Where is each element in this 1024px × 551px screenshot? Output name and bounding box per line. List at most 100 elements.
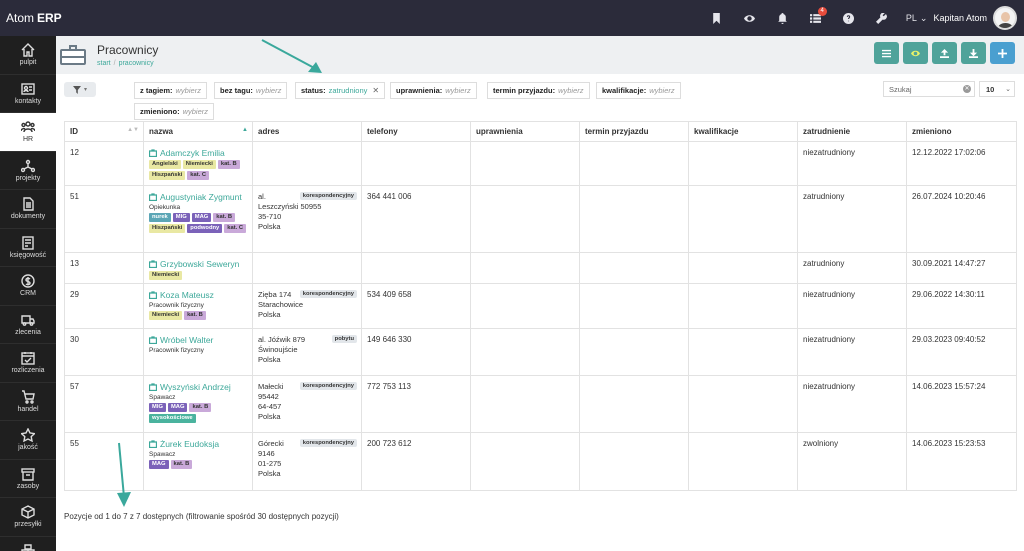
close-icon[interactable]: ✕	[372, 86, 379, 95]
skill-tag: MAG	[191, 213, 212, 222]
add-button[interactable]	[990, 42, 1015, 64]
page-size-select[interactable]: 10 ⌄	[979, 81, 1015, 97]
help-icon[interactable]	[832, 0, 865, 36]
cell-id: 12	[64, 141, 144, 186]
sidebar-item-jakosc[interactable]: jakość	[0, 421, 56, 460]
cell-address: al. Jóźwik 879 Świnoujście Polska pobytu	[252, 328, 362, 376]
table-row[interactable]: 12 Adamczyk Emilia Angielski Niemiecki kat…	[64, 141, 1017, 186]
filter-status[interactable]: status: zatrudniony ✕	[295, 82, 386, 99]
cell-employment: zatrudniony	[797, 252, 907, 284]
skill-tag: kat. B	[213, 213, 236, 222]
address-type-badge: korespondencyjny	[299, 192, 357, 200]
column-header-qualifications[interactable]: kwalifikacje	[688, 121, 798, 142]
sidebar-item-zasoby[interactable]: zasoby	[0, 460, 56, 498]
table-row[interactable]: 13 Grzybowski Seweryn Niemiecki zatrudni…	[64, 252, 1017, 284]
skill-tag: MIG	[149, 403, 166, 412]
column-header-phones[interactable]: telefony	[361, 121, 471, 142]
app-logo[interactable]: Atom ERP	[0, 11, 62, 25]
cell-qualifications	[688, 252, 798, 284]
filter-permissions[interactable]: uprawnienia: wybierz	[390, 82, 477, 99]
sidebar-item-projekty[interactable]: projekty	[0, 152, 56, 190]
upload-button[interactable]	[932, 42, 957, 64]
sidebar-item-dokumenty[interactable]: dokumenty	[0, 190, 56, 229]
cell-permissions	[470, 141, 580, 186]
bookmark-icon[interactable]	[700, 0, 733, 36]
cell-permissions	[470, 283, 580, 329]
sidebar-item-zlecenia[interactable]: zlecenia	[0, 306, 56, 344]
sidebar-item-hr[interactable]: HR	[0, 113, 56, 152]
filter-changed[interactable]: zmieniono: wybierz	[134, 103, 215, 120]
search-input[interactable]: Szukaj ✕	[883, 81, 975, 97]
column-header-permissions[interactable]: uprawnienia	[470, 121, 580, 142]
table-row[interactable]: 29 Koza Mateusz Pracownik fizyczny Niemi…	[64, 283, 1017, 329]
filter-qualifications[interactable]: kwalifikacje: wybierz	[596, 82, 681, 99]
filter-arrival-date[interactable]: termin przyjazdu: wybierz	[487, 82, 590, 99]
cell-qualifications	[688, 141, 798, 186]
breadcrumb-current[interactable]: pracownicy	[119, 60, 154, 67]
sidebar-item-handel[interactable]: handel	[0, 383, 56, 421]
download-button[interactable]	[961, 42, 986, 64]
employee-link[interactable]: Wyszyński Andrzej	[149, 382, 248, 392]
user-name[interactable]: Kapitan Atom	[933, 13, 993, 23]
cell-id: 55	[64, 432, 144, 491]
column-header-address[interactable]: adres	[252, 121, 362, 142]
sidebar-item-kontakty[interactable]: kontakty	[0, 75, 56, 113]
table-row[interactable]: 57 Wyszyński Andrzej Spawacz MIG MAG kat. …	[64, 375, 1017, 433]
settings-button[interactable]	[874, 42, 899, 64]
clear-icon[interactable]: ✕	[963, 85, 971, 93]
sidebar-item-crm[interactable]: CRM	[0, 267, 56, 306]
language-label: PL	[905, 13, 917, 23]
sidebar-item-rozliczenia[interactable]: rozliczenia	[0, 344, 56, 383]
address-line: 95442	[258, 392, 279, 401]
employee-link[interactable]: Grzybowski Seweryn	[149, 259, 248, 269]
skill-tag: wysokościowe	[149, 414, 196, 423]
filter-without-tag[interactable]: bez tagu: wybierz	[214, 82, 288, 99]
table-row[interactable]: 51 Augustyniak Zygmunt Opiekunka nurek MI…	[64, 185, 1017, 253]
funnel-icon	[72, 85, 81, 94]
wrench-icon[interactable]	[865, 0, 898, 36]
tag-list: Angielski Niemiecki kat. B Hiszpański kat. C	[149, 160, 249, 180]
employee-link[interactable]: Koza Mateusz	[149, 290, 248, 300]
list-icon[interactable]: 4	[799, 0, 832, 36]
briefcase-icon	[149, 260, 157, 268]
employee-link[interactable]: Wróbel Walter	[149, 335, 248, 345]
table-header-row: ID ▲▼ nazwa ▲ adres telefony uprawnienia t…	[64, 121, 1017, 142]
cell-phone: 200 723 612	[361, 432, 471, 491]
column-header-id[interactable]: ID ▲▼	[64, 121, 144, 142]
table-row[interactable]: 55 Żurek Eudoksja Spawacz MAG kat. B Góre…	[64, 432, 1017, 491]
avatar[interactable]	[993, 6, 1017, 30]
employee-link[interactable]: Augustyniak Zygmunt	[149, 192, 248, 202]
chevron-down-icon: ⌄	[919, 12, 928, 23]
sidebar-item-ksiegowosc[interactable]: księgowość	[0, 229, 56, 267]
skill-tag: Niemiecki	[149, 271, 183, 280]
cell-arrival	[579, 328, 689, 376]
filter-button[interactable]: ▾	[64, 82, 96, 97]
cell-qualifications	[688, 375, 798, 433]
column-header-name[interactable]: nazwa ▲	[143, 121, 253, 142]
cell-arrival	[579, 141, 689, 186]
people-icon	[21, 121, 35, 133]
cell-address	[252, 141, 362, 186]
view-button[interactable]	[903, 42, 928, 64]
employee-link[interactable]: Adamczyk Emilia	[149, 148, 248, 158]
employee-link[interactable]: Żurek Eudoksja	[149, 439, 248, 449]
column-header-changed[interactable]: zmieniono	[906, 121, 1017, 142]
cell-changed: 14.06.2023 15:57:24	[906, 375, 1017, 433]
column-header-arrival[interactable]: termin przyjazdu	[579, 121, 689, 142]
briefcase-icon	[60, 44, 88, 66]
sidebar-item-magazyn[interactable]: magazyn	[0, 537, 56, 551]
breadcrumb-start[interactable]: start	[97, 60, 111, 67]
cart-icon	[22, 390, 35, 404]
address-line: Polska	[258, 355, 281, 364]
column-header-employment[interactable]: zatrudnienie	[797, 121, 907, 142]
job-title: Pracownik fizyczny	[149, 347, 204, 354]
language-select[interactable]: PL ⌄	[898, 13, 934, 24]
sidebar-item-pulpit[interactable]: pulpit	[0, 36, 56, 75]
eye-icon[interactable]	[733, 0, 766, 36]
cell-qualifications	[688, 432, 798, 491]
bell-icon[interactable]	[766, 0, 799, 36]
sidebar-item-przesylki[interactable]: przesyłki	[0, 498, 56, 537]
job-title: Pracownik fizyczny	[149, 302, 204, 309]
table-row[interactable]: 30 Wróbel Walter Pracownik fizyczny al. …	[64, 328, 1017, 376]
filter-with-tag[interactable]: z tagiem: wybierz	[134, 82, 207, 99]
